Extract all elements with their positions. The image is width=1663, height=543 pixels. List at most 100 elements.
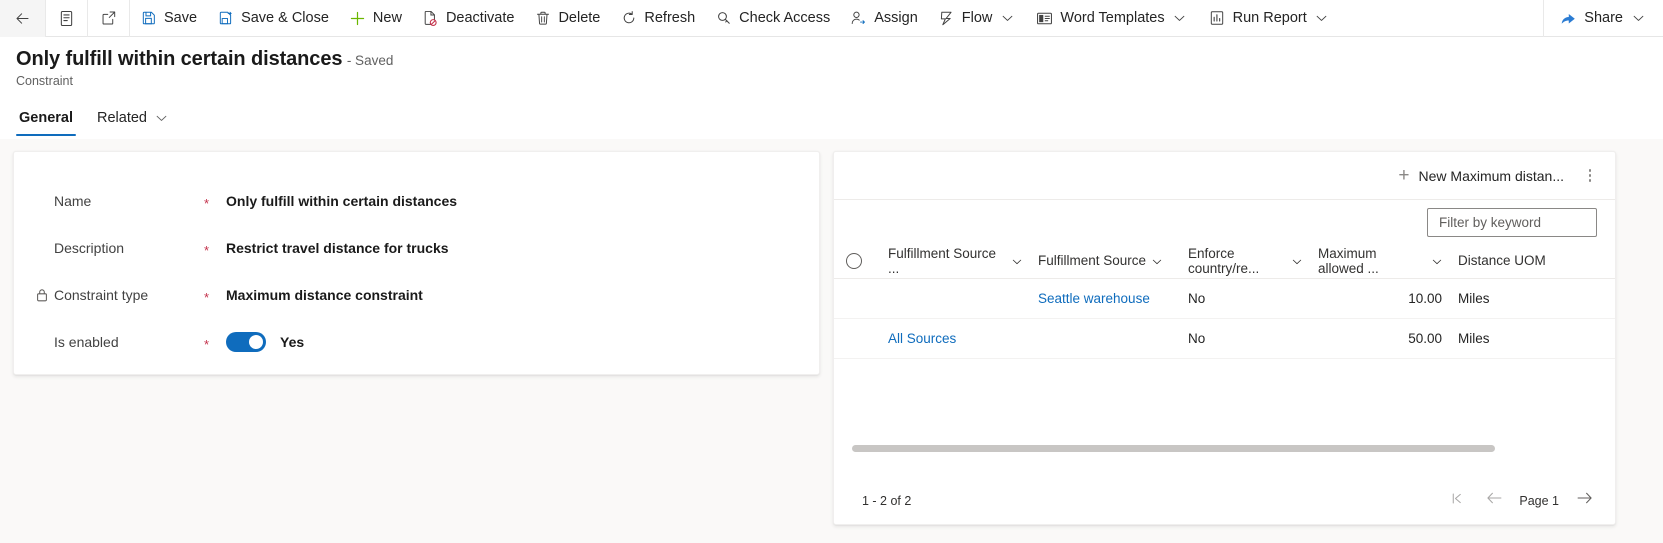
back-button[interactable]	[0, 0, 45, 37]
column-header-distance-uom-label: Distance UOM	[1458, 253, 1546, 269]
toggle-knob	[249, 335, 263, 349]
form-list-icon	[58, 10, 75, 27]
form-selector-button[interactable]	[46, 0, 87, 37]
entity-name-label: Constraint	[16, 74, 73, 88]
column-header-fulfillment-source-inner: Fulfillment Source	[1030, 253, 1180, 268]
new-maximum-distance-button[interactable]: + New Maximum distan...	[1391, 160, 1571, 191]
column-header-fulfillment-source[interactable]: Fulfillment Source	[1030, 244, 1180, 279]
column-chevron-down-icon	[1152, 253, 1162, 268]
tab-general[interactable]: General	[16, 105, 76, 137]
cell-fulfillment-source-link[interactable]: Seattle warehouse	[1030, 291, 1180, 306]
trash-icon	[534, 10, 551, 27]
save-button[interactable]: Save	[130, 0, 207, 37]
more-commands-button[interactable]	[1577, 160, 1603, 191]
open-in-new-window-icon	[100, 10, 117, 27]
run-report-chevron-down-icon[interactable]	[1311, 0, 1333, 37]
filter-by-keyword-box[interactable]	[1427, 207, 1597, 237]
column-header-enforce-country[interactable]: Enforce country/re...	[1180, 244, 1310, 279]
form-field-name-label: Name	[54, 193, 92, 209]
horizontal-scrollbar-thumb[interactable]	[852, 445, 1495, 452]
subgrid-header: Fulfillment Source ... Fulfillment Sourc…	[834, 244, 1615, 279]
subgrid-command-bar: + New Maximum distan...	[834, 152, 1615, 199]
form-field-name-value[interactable]: Only fulfill within certain distances	[226, 193, 457, 209]
tab-related-label: Related	[97, 110, 147, 126]
share-chevron-down-icon[interactable]	[1627, 0, 1649, 37]
row-select-cell[interactable]	[834, 278, 880, 319]
form-field-is-enabled-required-marker: *	[204, 336, 210, 352]
general-section-card: Name * Only fulfill within certain dista…	[13, 151, 820, 375]
share-button[interactable]: Share	[1544, 0, 1627, 37]
maximum-distance-subgrid-card: + New Maximum distan... Filter by keywor…	[833, 151, 1616, 525]
form-body: Name * Only fulfill within certain dista…	[0, 139, 1663, 543]
refresh-button[interactable]: Refresh	[610, 0, 705, 37]
deactivate-icon	[422, 10, 439, 27]
share-group: Share	[1544, 0, 1663, 37]
cell-enforce-country-text: No	[1188, 330, 1206, 346]
assign-button[interactable]: Assign	[840, 0, 928, 37]
command-bar: Save Save & Close New Deactivate Delete	[0, 0, 1663, 37]
save-icon	[140, 10, 157, 27]
filter-by-keyword-input[interactable]	[1437, 213, 1587, 231]
delete-button[interactable]: Delete	[524, 0, 610, 37]
row-select-cell[interactable]	[834, 318, 880, 359]
refresh-icon	[620, 10, 637, 27]
table-row[interactable]: Seattle warehouse No 10.00 Miles	[834, 278, 1615, 319]
save-and-close-button[interactable]: Save & Close	[207, 0, 339, 37]
cell-enforce-country-text: No	[1188, 290, 1206, 306]
form-field-name-required-marker: *	[204, 195, 210, 211]
record-count-label: 1 - 2 of 2	[862, 493, 912, 508]
save-and-close-button-label: Save & Close	[241, 10, 329, 26]
flow-icon	[938, 10, 955, 27]
column-header-distance-uom[interactable]: Distance UOM	[1450, 244, 1615, 279]
page-title-row: Only fulfill within certain distances - …	[16, 48, 393, 71]
previous-page-button[interactable]	[1483, 490, 1505, 512]
assign-button-label: Assign	[874, 10, 918, 26]
word-template-icon	[1036, 10, 1053, 27]
cell-fulfillment-source-group-link[interactable]: All Sources	[880, 331, 1030, 346]
share-icon	[1560, 10, 1577, 27]
column-header-fulfillment-source-group-label: Fulfillment Source ...	[888, 245, 997, 276]
form-field-constraint-type-label: Constraint type	[54, 287, 149, 303]
kebab-dot-2	[1588, 174, 1592, 177]
column-header-fulfillment-source-group[interactable]: Fulfillment Source ...	[880, 244, 1030, 279]
form-field-description-label: Description	[54, 240, 125, 256]
new-maximum-distance-button-label: New Maximum distan...	[1418, 167, 1564, 184]
check-access-button[interactable]: Check Access	[705, 0, 840, 37]
select-all-radio[interactable]	[846, 252, 862, 269]
cell-enforce-country: No	[1180, 278, 1310, 319]
tab-related[interactable]: Related	[94, 105, 170, 136]
delete-button-label: Delete	[558, 10, 601, 26]
save-and-close-icon	[217, 10, 234, 27]
first-page-button[interactable]	[1447, 490, 1469, 512]
back-arrow-icon	[14, 10, 31, 27]
flow-chevron-down-icon[interactable]	[996, 0, 1018, 37]
form-field-constraint-type-required-marker: *	[204, 289, 210, 305]
cell-enforce-country: No	[1180, 318, 1310, 359]
form-field-constraint-type-label-wrap: Constraint type	[14, 287, 204, 303]
form-field-is-enabled-label: Is enabled	[54, 334, 119, 350]
next-page-button[interactable]	[1573, 490, 1595, 512]
form-field-is-enabled-label-wrap: Is enabled	[14, 334, 204, 350]
word-templates-button[interactable]: Word Templates	[1026, 0, 1168, 37]
open-in-new-window-button[interactable]	[88, 0, 129, 37]
form-field-description-value[interactable]: Restrict travel distance for trucks	[226, 240, 449, 256]
word-templates-chevron-down-icon[interactable]	[1169, 0, 1191, 37]
deactivate-button[interactable]: Deactivate	[412, 0, 525, 37]
horizontal-scrollbar-track[interactable]	[852, 445, 1591, 452]
column-header-maximum-allowed[interactable]: Maximum allowed ...	[1310, 244, 1450, 279]
plus-icon: +	[1398, 165, 1410, 186]
is-enabled-toggle[interactable]	[226, 332, 266, 352]
column-header-maximum-allowed-inner: Maximum allowed ...	[1310, 246, 1450, 276]
column-chevron-down-icon	[1432, 253, 1442, 268]
check-access-button-label: Check Access	[739, 10, 831, 26]
run-report-button-label: Run Report	[1232, 10, 1307, 26]
run-report-button[interactable]: Run Report	[1199, 0, 1311, 37]
cell-fulfillment-source[interactable]: Seattle warehouse	[1030, 278, 1180, 319]
save-button-label: Save	[164, 10, 198, 26]
subgrid-header-row: Fulfillment Source ... Fulfillment Sourc…	[834, 244, 1615, 279]
table-row[interactable]: All Sources No 50.00 Miles	[834, 318, 1615, 359]
new-button[interactable]: New	[339, 0, 412, 37]
flow-button[interactable]: Flow	[928, 0, 997, 37]
kebab-dot-3	[1588, 179, 1592, 182]
cell-fulfillment-source-group[interactable]: All Sources	[880, 318, 1030, 359]
